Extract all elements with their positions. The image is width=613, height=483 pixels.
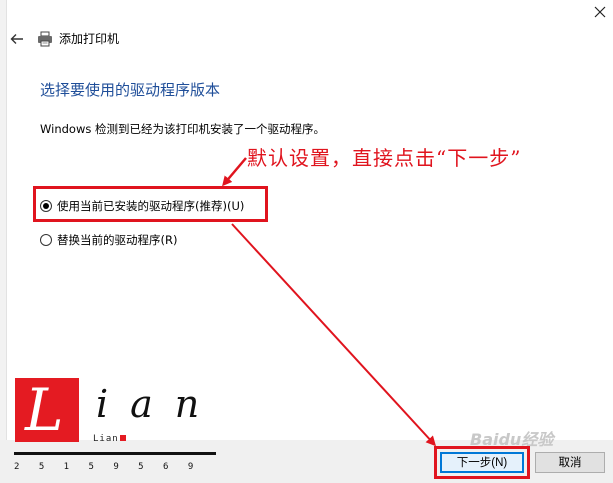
radio-label-replace: 替换当前的驱动程序(R) [57, 233, 178, 247]
window-left-edge [0, 0, 7, 483]
annotation-box-option [33, 186, 268, 222]
page-heading: 选择要使用的驱动程序版本 [40, 81, 221, 99]
annotation-text: 默认设置，直接点击“下一步” [247, 146, 522, 170]
logo-square-icon [119, 435, 126, 441]
logo-letters: ian [96, 382, 222, 426]
page-description: Windows 检测到已经为该打印机安装了一个驱动程序。 [40, 122, 325, 136]
printer-icon [38, 31, 52, 47]
close-icon[interactable] [592, 4, 608, 20]
annotation-box-next [434, 446, 530, 479]
window-title: 添加打印机 [59, 32, 120, 46]
logo-badge: L [15, 378, 79, 442]
back-arrow-icon[interactable] [8, 30, 26, 48]
logo-digits: 2 5 1 5 9 5 6 9 [14, 462, 194, 472]
radio-button-unselected[interactable] [40, 234, 52, 246]
logo-initial: L [25, 376, 64, 444]
logo-small-label: Lian [93, 434, 119, 444]
title-bar: 添加打印机 [0, 22, 613, 54]
add-printer-window: 添加打印机 选择要使用的驱动程序版本 Windows 检测到已经为该打印机安装了… [0, 0, 613, 483]
cancel-button[interactable]: 取消 [535, 452, 605, 473]
radio-option-replace-driver[interactable]: 替换当前的驱动程序(R) [40, 232, 177, 248]
logo-small-text: Lian [93, 434, 126, 444]
logo-rule [14, 452, 216, 455]
